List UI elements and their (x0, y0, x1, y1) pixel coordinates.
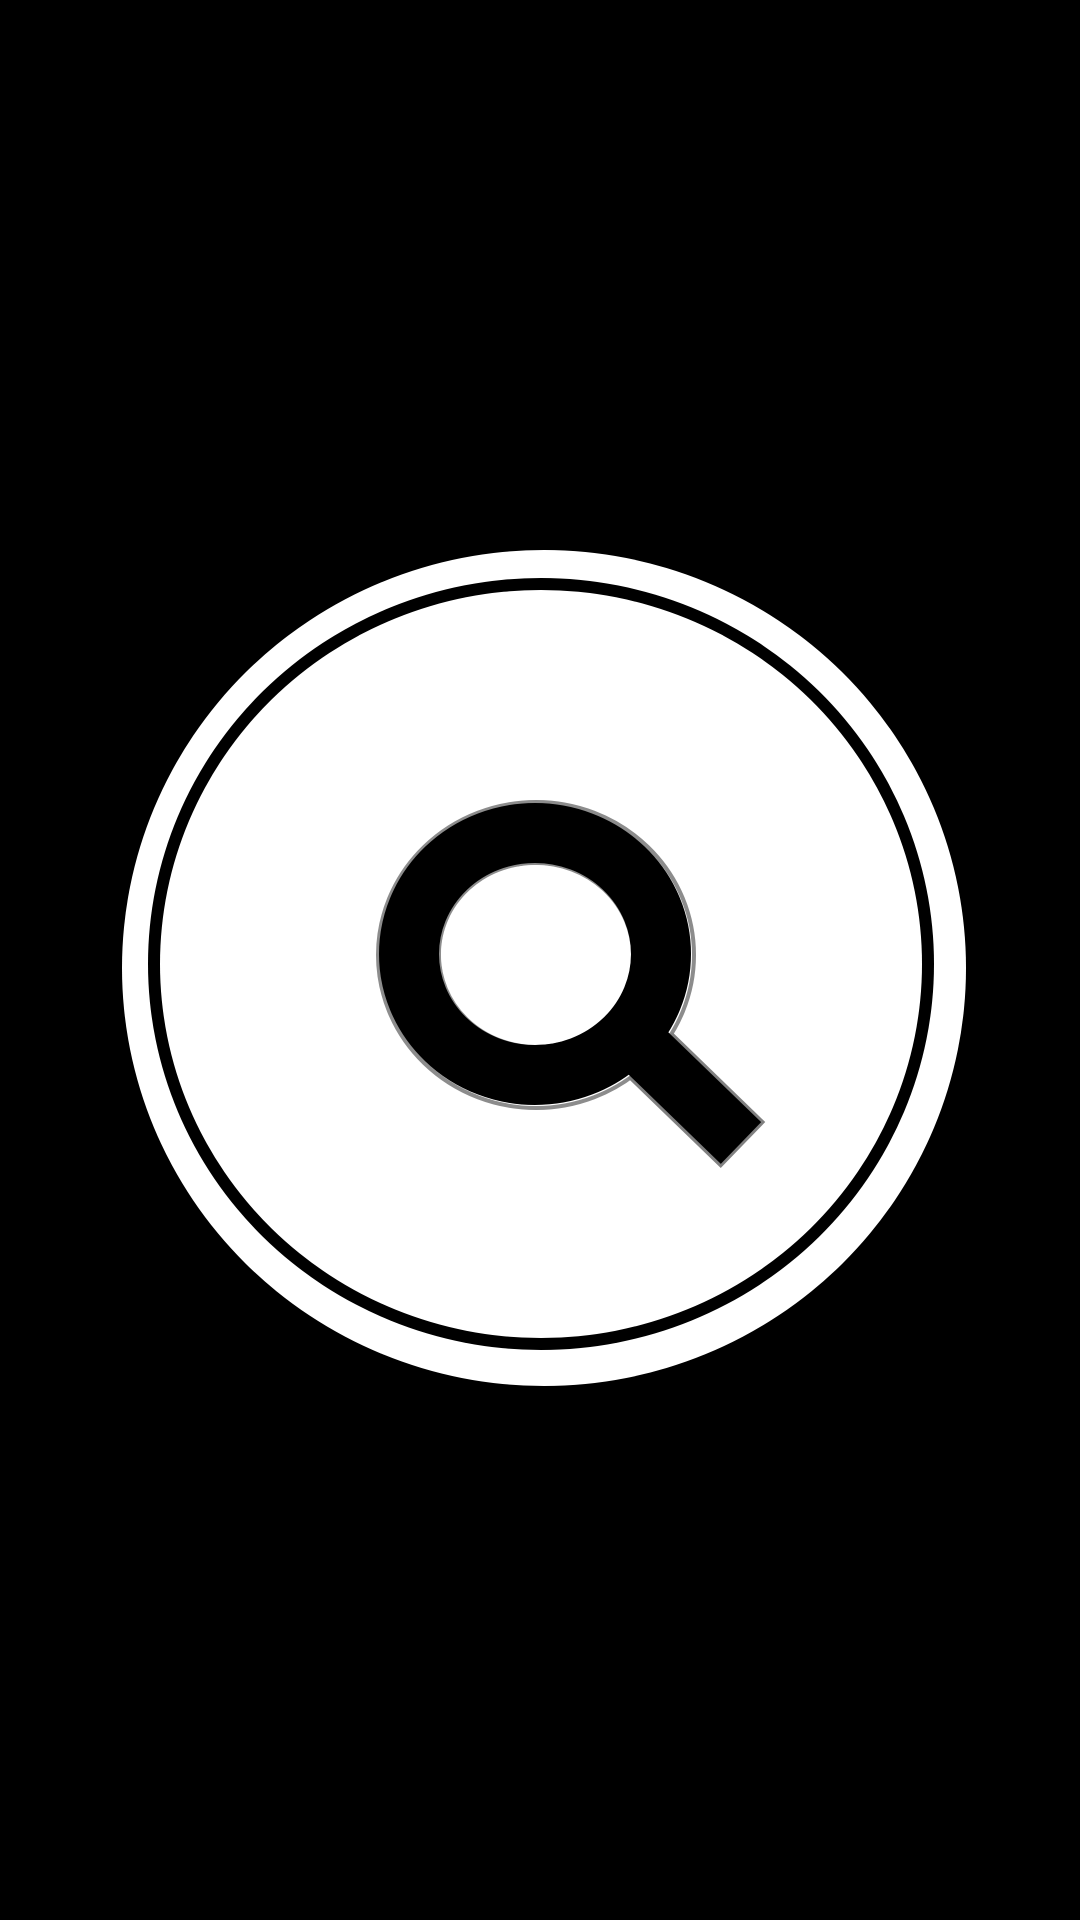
screen (0, 0, 1080, 1920)
search-button[interactable] (0, 0, 1080, 1920)
